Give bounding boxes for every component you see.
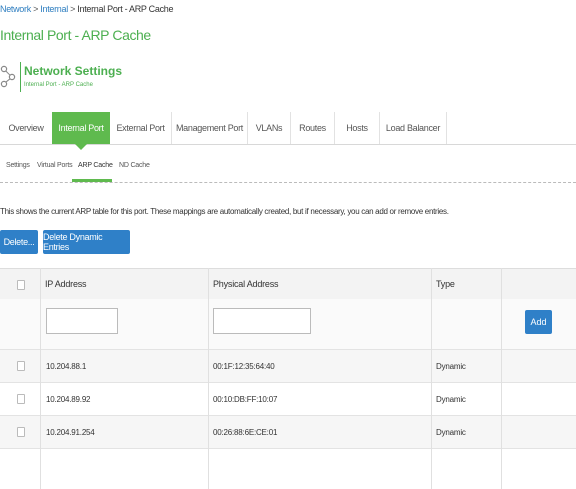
section-title: Network Settings bbox=[24, 64, 123, 78]
column-divider bbox=[431, 268, 432, 489]
column-divider bbox=[208, 268, 209, 489]
row-type: Dynamic bbox=[436, 362, 466, 371]
column-header-physical-address: Physical Address bbox=[213, 279, 279, 289]
tab-internal-port[interactable]: Internal Port bbox=[52, 112, 110, 150]
section-subtitle: Internal Port - ARP Cache bbox=[24, 82, 93, 88]
tab-hosts[interactable]: Hosts bbox=[335, 112, 379, 144]
row-physical-address: 00:1F:12:35:64:40 bbox=[213, 362, 275, 371]
row-ip-address: 10.204.88.1 bbox=[46, 362, 87, 371]
breadcrumb-link-internal[interactable]: Internal bbox=[40, 4, 68, 14]
port-subtabs: Settings Virtual Ports ARP Cache ND Cach… bbox=[0, 160, 576, 183]
breadcrumb-separator: > bbox=[33, 4, 39, 14]
delete-button[interactable]: Delete... bbox=[0, 230, 38, 254]
tab-vlans[interactable]: VLANs bbox=[248, 112, 290, 144]
subtab-nd-cache[interactable]: ND Cache bbox=[119, 162, 150, 169]
table-row: 10.204.88.1 00:1F:12:35:64:40 Dynamic bbox=[0, 350, 576, 383]
row-checkbox[interactable] bbox=[17, 361, 25, 371]
new-ip-address-input[interactable] bbox=[46, 308, 118, 334]
page-title: Internal Port - ARP Cache bbox=[0, 27, 151, 43]
tab-management-port[interactable]: Management Port bbox=[172, 112, 247, 144]
add-button[interactable]: Add bbox=[525, 310, 552, 334]
tab-external-port[interactable]: External Port bbox=[110, 112, 171, 144]
table-row: 10.204.91.254 00:26:88:6E:CE:01 Dynamic bbox=[0, 416, 576, 449]
breadcrumb: Network > Internal > Internal Port - ARP… bbox=[0, 4, 173, 14]
row-checkbox[interactable] bbox=[17, 394, 25, 404]
port-tabs: Overview Internal Port External Port Man… bbox=[0, 112, 576, 150]
row-type: Dynamic bbox=[436, 395, 466, 404]
section-divider bbox=[20, 62, 21, 92]
new-physical-address-input[interactable] bbox=[213, 308, 311, 334]
row-physical-address: 00:26:88:6E:CE:01 bbox=[213, 428, 278, 437]
tab-load-balancer[interactable]: Load Balancer bbox=[380, 112, 446, 144]
subtab-settings[interactable]: Settings bbox=[6, 162, 30, 169]
table-empty-row bbox=[0, 449, 576, 489]
subtab-arp-cache[interactable]: ARP Cache bbox=[78, 162, 113, 169]
row-ip-address: 10.204.91.254 bbox=[46, 428, 95, 437]
table-row: 10.204.89.92 00:10:DB:FF:10:07 Dynamic bbox=[0, 383, 576, 416]
network-nodes-icon bbox=[0, 63, 16, 89]
description-text: This shows the current ARP table for thi… bbox=[0, 207, 449, 216]
select-all-checkbox[interactable] bbox=[17, 280, 25, 290]
breadcrumb-separator: > bbox=[70, 4, 76, 14]
row-ip-address: 10.204.89.92 bbox=[46, 395, 91, 404]
tab-routes[interactable]: Routes bbox=[291, 112, 334, 144]
row-type: Dynamic bbox=[436, 428, 466, 437]
tab-separator bbox=[446, 112, 447, 144]
table-header: IP Address Physical Address Type bbox=[0, 268, 576, 300]
column-divider bbox=[40, 268, 41, 489]
tab-overview[interactable]: Overview bbox=[0, 112, 52, 144]
column-header-type: Type bbox=[436, 279, 455, 289]
column-header-ip: IP Address bbox=[45, 279, 87, 289]
subtab-active-indicator bbox=[72, 179, 112, 182]
breadcrumb-current: Internal Port - ARP Cache bbox=[77, 4, 174, 14]
row-physical-address: 00:10:DB:FF:10:07 bbox=[213, 395, 278, 404]
row-checkbox[interactable] bbox=[17, 427, 25, 437]
delete-dynamic-entries-button[interactable]: Delete Dynamic Entries bbox=[43, 230, 130, 254]
subtab-virtual-ports[interactable]: Virtual Ports bbox=[37, 162, 73, 169]
column-divider bbox=[501, 268, 502, 489]
breadcrumb-link-network[interactable]: Network bbox=[0, 4, 31, 14]
new-entry-row: Add bbox=[0, 299, 576, 350]
